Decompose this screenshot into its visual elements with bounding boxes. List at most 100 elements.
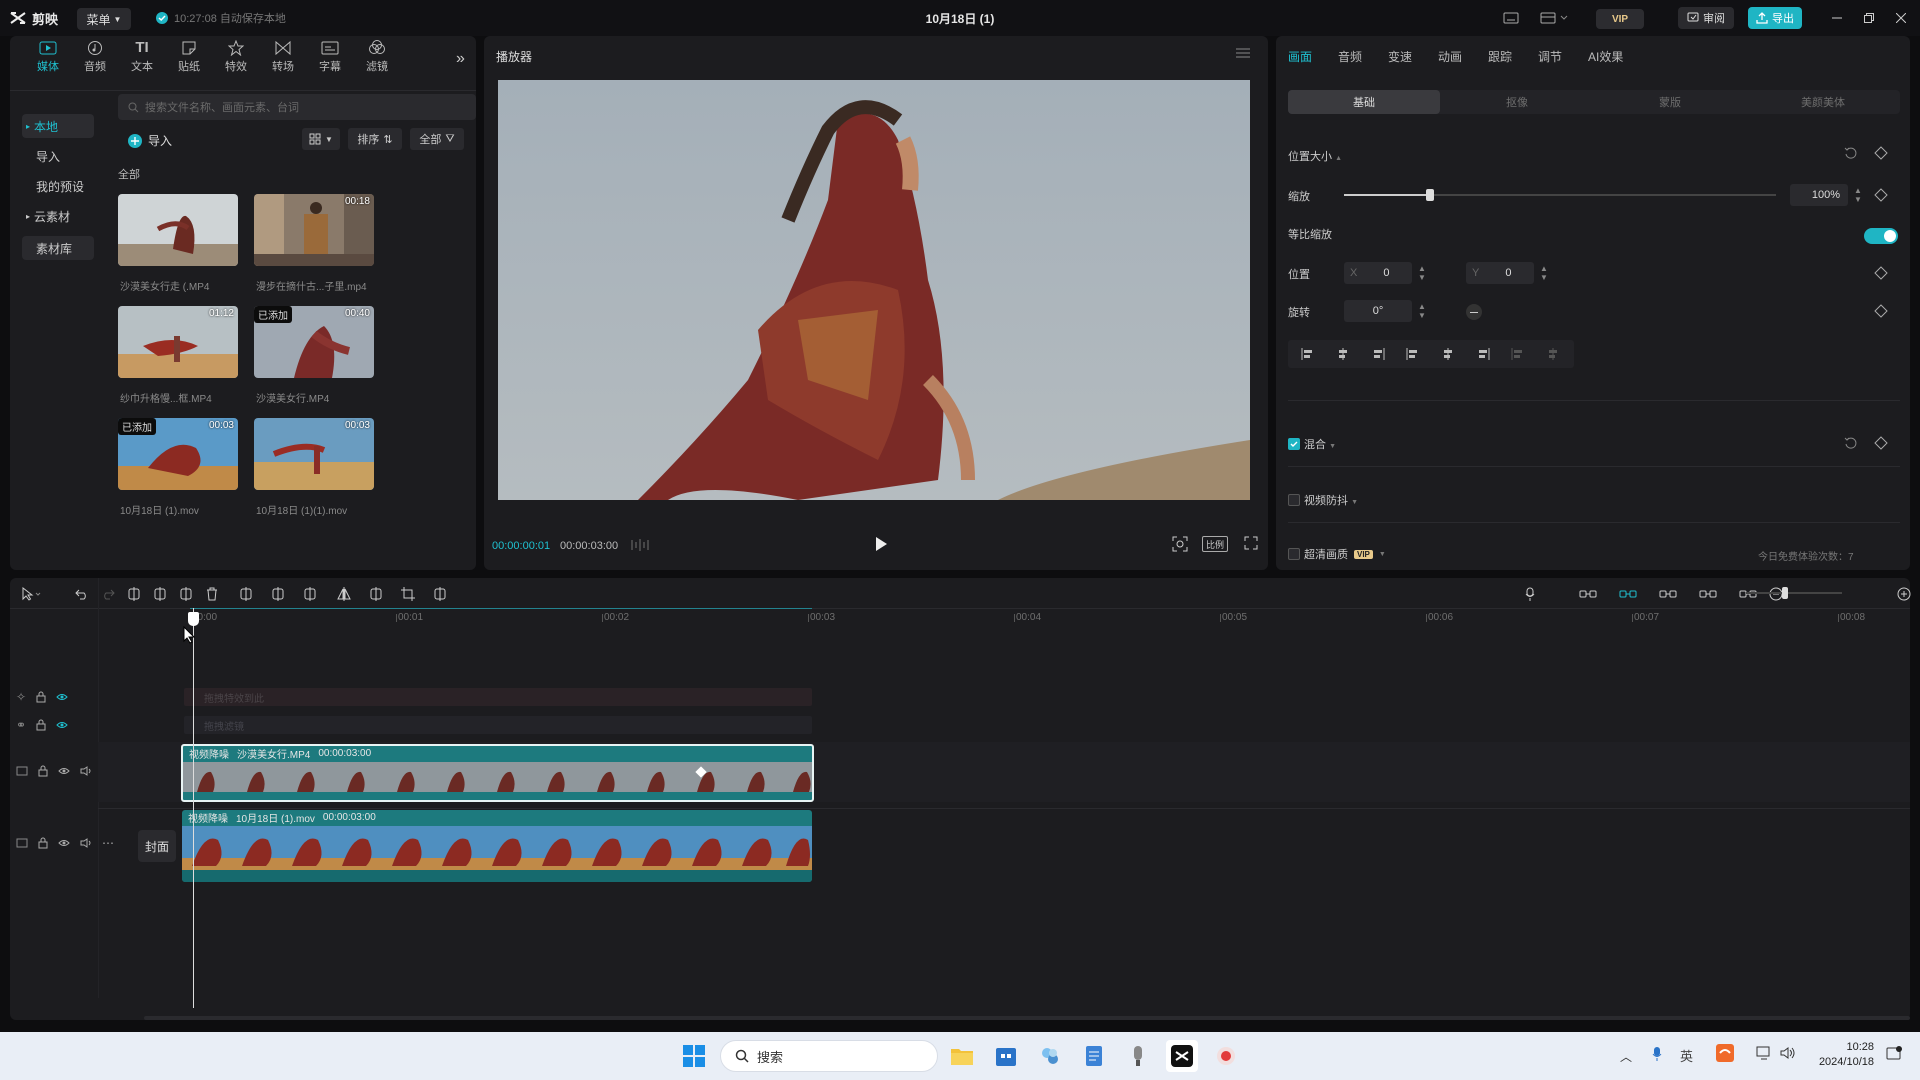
export-button[interactable]: 导出 <box>1748 7 1802 29</box>
scale-slider[interactable] <box>1344 189 1776 201</box>
volume-icon[interactable] <box>1780 1046 1796 1060</box>
uniform-scale-toggle[interactable] <box>1864 228 1898 244</box>
notepad-icon[interactable] <box>1078 1040 1110 1072</box>
split-icon[interactable] <box>122 584 146 604</box>
freeze-icon[interactable] <box>266 584 290 604</box>
media-clip-2[interactable]: 00:18 <box>254 194 374 266</box>
tab-audio[interactable]: 音频 <box>69 40 121 80</box>
crop-icon[interactable] <box>396 584 420 604</box>
system-clock[interactable]: 10:28 2024/10/18 <box>1806 1040 1874 1070</box>
file-explorer-icon[interactable] <box>946 1040 978 1072</box>
tab-filter[interactable]: 滤镜 <box>351 40 403 80</box>
auto-reframe-icon[interactable] <box>428 584 452 604</box>
media-search-input[interactable]: 搜索文件名称、画面元素、台词 <box>118 94 476 120</box>
sidebar-item-1[interactable]: 导入 <box>22 144 94 168</box>
layout-switch-icon[interactable] <box>1536 8 1572 28</box>
sort-button[interactable]: 排序 ⇅ <box>348 128 402 150</box>
align-left-icon[interactable] <box>1294 344 1322 364</box>
copilot-icon[interactable] <box>1034 1040 1066 1072</box>
record-voice-icon[interactable] <box>1518 584 1542 604</box>
minimize-icon[interactable] <box>1826 8 1848 28</box>
position-y-input[interactable]: Y 0 <box>1466 262 1534 284</box>
cover-button[interactable]: 封面 <box>138 830 176 862</box>
tab-effects[interactable]: 特效 <box>210 40 262 80</box>
sidebar-item-0[interactable]: ▸ 本地 <box>22 114 94 138</box>
props-tab-4[interactable]: 跟踪 <box>1488 48 1512 65</box>
props-tab-6[interactable]: AI效果 <box>1588 48 1623 65</box>
vip-button[interactable]: VIP <box>1596 9 1644 29</box>
rotate-dial-icon[interactable] <box>1466 304 1482 320</box>
fullscreen-icon[interactable] <box>1244 536 1258 550</box>
subtab-2[interactable]: 蒙版 <box>1594 90 1746 114</box>
video-preview[interactable] <box>498 80 1250 500</box>
scale-input[interactable]: 100% <box>1790 184 1848 206</box>
hd-label[interactable]: 超清画质 VIP ▼ <box>1304 546 1386 562</box>
playhead[interactable] <box>193 608 194 1008</box>
align-bottom-icon[interactable] <box>1469 344 1497 364</box>
select-tool-icon[interactable] <box>20 584 44 604</box>
keyframe-icon[interactable] <box>1874 188 1888 202</box>
rotate-input[interactable]: 0° <box>1344 300 1412 322</box>
more-tabs-icon[interactable]: » <box>456 50 465 68</box>
store-icon[interactable] <box>990 1040 1022 1072</box>
media-clip-3[interactable]: 01:12 <box>118 306 238 378</box>
media-clip-1[interactable] <box>118 194 238 266</box>
tray-mic-icon[interactable] <box>1652 1046 1662 1062</box>
marker-icon[interactable] <box>234 584 258 604</box>
blend-checkbox[interactable] <box>1288 438 1300 450</box>
stabilize-checkbox[interactable] <box>1288 494 1300 506</box>
tab-subtitle[interactable]: 字幕 <box>304 40 356 80</box>
stepper-icon[interactable]: ▲ ▼ <box>1418 264 1426 282</box>
mirror-icon[interactable] <box>332 584 356 604</box>
props-tab-5[interactable]: 调节 <box>1538 48 1562 65</box>
distribute-v-icon[interactable] <box>1539 344 1567 364</box>
delete-icon[interactable] <box>200 584 224 604</box>
view-mode-button[interactable]: ▼ <box>302 128 340 150</box>
stepper-icon[interactable]: ▲ ▼ <box>1418 302 1426 320</box>
tray-ime-icon[interactable]: 英 <box>1680 1046 1693 1065</box>
effects-track-drop[interactable]: 拖拽特效到此 <box>184 688 812 706</box>
slider-thumb[interactable] <box>1426 189 1435 201</box>
subtab-0[interactable]: 基础 <box>1288 90 1440 114</box>
keyframe-icon[interactable] <box>1874 266 1888 280</box>
restore-icon[interactable] <box>1858 8 1880 28</box>
media-clip-6[interactable]: 00:03 <box>254 418 374 490</box>
preview-axis-icon[interactable] <box>1696 584 1720 604</box>
zoom-in-icon[interactable] <box>1892 584 1916 604</box>
notification-icon[interactable] <box>1886 1046 1902 1062</box>
recorder-icon[interactable] <box>1210 1040 1242 1072</box>
timeline-clip-1[interactable]: 视频降噪 沙漠美女行.MP4 00:00:03:00 <box>181 744 814 802</box>
sidebar-item-4[interactable]: 素材库 <box>22 236 94 260</box>
more-icon[interactable]: ⋯ <box>102 836 114 850</box>
zoom-slider[interactable] <box>1746 587 1842 599</box>
capcut-taskbar-icon[interactable] <box>1166 1040 1198 1072</box>
tab-media[interactable]: 媒体 <box>22 40 74 80</box>
layout-icon[interactable] <box>1500 8 1522 28</box>
redo-icon[interactable] <box>96 584 120 604</box>
ratio-button[interactable]: 比例 <box>1202 536 1228 552</box>
split-right-icon[interactable] <box>174 584 198 604</box>
menu-button[interactable]: 菜单 ▼ <box>77 8 131 30</box>
fit-timeline-icon[interactable] <box>1736 584 1760 604</box>
subtab-1[interactable]: 抠像 <box>1441 90 1593 114</box>
keyframe-icon[interactable] <box>1874 146 1888 160</box>
reset-icon[interactable] <box>1844 146 1858 160</box>
blend-label[interactable]: 混合 ▼ <box>1304 436 1336 452</box>
subtab-3[interactable]: 美颜美体 <box>1747 90 1899 114</box>
play-button[interactable] <box>874 536 888 552</box>
player-menu-icon[interactable] <box>1236 48 1250 58</box>
position-size-section[interactable]: 位置大小 ▲ <box>1288 148 1342 164</box>
link-clips-icon[interactable] <box>1656 584 1680 604</box>
network-icon[interactable] <box>1756 1046 1772 1060</box>
import-button[interactable]: 导入 <box>128 132 172 149</box>
microphone-app-icon[interactable] <box>1122 1040 1154 1072</box>
align-center-v-icon[interactable] <box>1434 344 1462 364</box>
undo-icon[interactable] <box>70 584 94 604</box>
reverse-icon[interactable] <box>298 584 322 604</box>
timeline-scrollbar[interactable] <box>144 1016 1910 1020</box>
windows-start-icon[interactable] <box>678 1040 710 1072</box>
sidebar-item-3[interactable]: ▸ 云素材 <box>22 204 94 228</box>
filter-button[interactable]: 全部 ⛛ <box>410 128 464 150</box>
link-main-track-icon[interactable] <box>1576 584 1600 604</box>
media-clip-5[interactable]: 已添加 00:03 <box>118 418 238 490</box>
